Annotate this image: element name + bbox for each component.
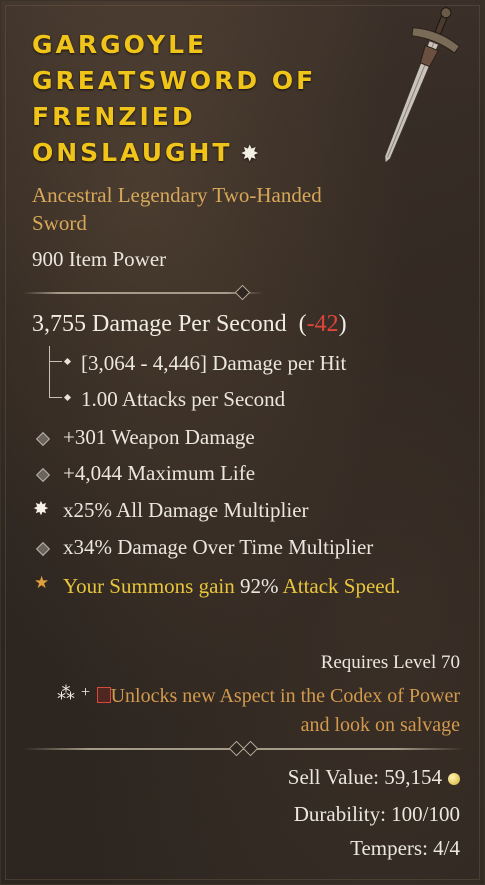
- stat-tree-lines: [49, 346, 68, 398]
- affix-weapon-damage: +301 Weapon Damage: [63, 425, 255, 449]
- burst-icon: ✸: [33, 499, 49, 520]
- burst-icon: ✸: [240, 142, 262, 167]
- item-name-line: Gargoyle: [32, 30, 208, 59]
- tempers: Tempers: 4/4: [350, 836, 460, 860]
- item-power: 900 Item Power: [32, 247, 167, 271]
- affix-dot-multiplier: x34% Damage Over Time Multiplier: [63, 535, 374, 559]
- codex-unlock-line: Unlocks new Aspect in the Codex of Power…: [110, 685, 460, 736]
- legendary-power-text: Your Summons gain: [63, 574, 235, 598]
- dps-close-paren: ): [338, 311, 347, 337]
- codex-unlock-text: Unlocks new Aspect in the Codex of Power…: [40, 682, 460, 740]
- item-name-line-text: Onslaught: [32, 138, 233, 167]
- item-tooltip: Gargoyle Greatsword of Frenzied Onslaugh…: [0, 0, 485, 885]
- gold-coin-icon: [448, 773, 460, 786]
- attacks-per-second: 1.00 Attacks per Second: [81, 387, 286, 411]
- item-name-line: Greatsword of: [32, 66, 317, 95]
- sell-value-text: Sell Value: 59,154: [287, 765, 442, 789]
- legendary-power-value: 92%: [239, 574, 279, 598]
- item-name-line: Frenzied: [32, 102, 196, 131]
- dps-delta: -42: [306, 311, 339, 337]
- legendary-power-text: Attack Speed.: [282, 574, 401, 598]
- star-icon: ★: [34, 573, 50, 592]
- damage-per-second: 3,755 Damage Per Second (-42): [32, 311, 347, 338]
- item-type-line: Ancestral Legendary Two-Handed Sword: [32, 183, 322, 235]
- affix-maximum-life: +4,044 Maximum Life: [63, 461, 256, 485]
- damage-per-hit: [3,064 - 4,446] Damage per Hit: [81, 351, 347, 375]
- item-name-line: Onslaught ✸: [32, 135, 352, 173]
- legendary-power: Your Summons gain 92% Attack Speed.: [63, 571, 433, 601]
- sword-icon: [384, 7, 461, 165]
- durability: Durability: 100/100: [293, 802, 460, 826]
- item-name: Gargoyle Greatsword of Frenzied Onslaugh…: [32, 27, 352, 173]
- dps-open-paren: (: [298, 311, 307, 337]
- section-divider: [23, 740, 463, 757]
- dps-value: 3,755 Damage Per Second: [32, 311, 287, 337]
- required-level: Requires Level 70: [320, 652, 460, 673]
- sell-value: Sell Value: 59,154: [288, 765, 460, 790]
- affix-all-damage-multiplier: x25% All Damage Multiplier: [63, 498, 309, 522]
- section-divider: [23, 284, 263, 301]
